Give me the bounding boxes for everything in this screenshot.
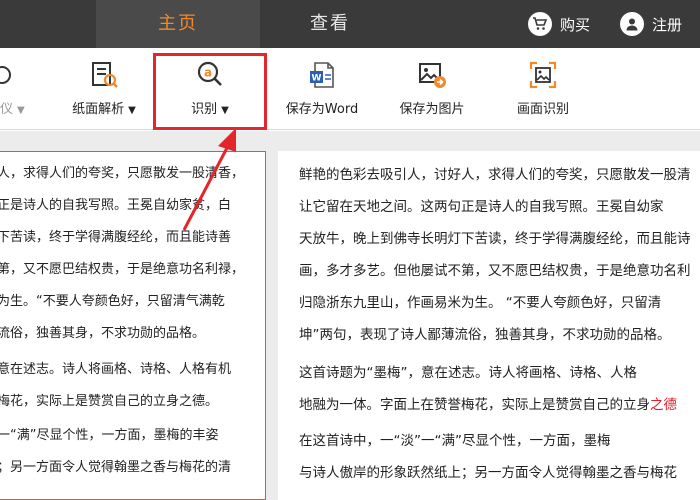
partial-tool-label: 仪: [0, 102, 14, 117]
cart-icon: [528, 12, 552, 36]
source-line: 梅花，实际上是赞赏自己的立身之德。: [0, 394, 219, 409]
highlighted-text: 之德: [650, 397, 677, 413]
recognized-line: 归隐浙东九里山，作画易米为生。 “不要人夸颜色好，只留清: [299, 295, 662, 311]
screen-ocr-button[interactable]: 画面识别: [506, 48, 580, 130]
word-doc-icon: W: [310, 62, 334, 88]
recognized-page: 鲜艳的色彩去吸引人，讨好人，求得人们的夸奖，只愿散发一股清 让它留在天地之间。这…: [278, 151, 700, 500]
recognized-line: 画，多才多艺。但他屡试不第，又不愿巴结权贵，于是绝意功名利: [299, 263, 691, 279]
partial-tool-button[interactable]: 仪 ▼: [0, 48, 40, 130]
recognized-text: 地融为一体。字面上在赞誉梅花，实际上是赞赏自己的立身: [299, 397, 650, 413]
source-line: 第，又不愿巴结权贵，于是绝意功名利禄，: [0, 262, 245, 277]
screen-ocr-label: 画面识别: [516, 102, 569, 117]
document-search-icon: [92, 62, 118, 88]
save-as-word-label: 保存为Word: [285, 102, 359, 117]
recognized-line: 坤”两句，表现了诗人鄙薄流俗，独善其身，不求功勋的品格。: [299, 327, 671, 343]
recognized-line: 鲜艳的色彩去吸引人，讨好人，求得人们的夸奖，只愿散发一股清: [299, 167, 691, 183]
recognized-line: 天放牛，晚上到佛寺长明灯下苦读，终于学得满腹经纶，而且能诗: [299, 231, 691, 247]
save-as-image-label: 保存为图片: [399, 102, 465, 117]
source-line: 流俗，独善其身，不求功勋的品格。: [0, 326, 206, 341]
register-button[interactable]: 注册: [620, 0, 682, 48]
source-line: 意在述志。诗人将画格、诗格、人格有机: [0, 362, 232, 377]
save-image-icon: [419, 63, 446, 88]
screen-capture-icon: [529, 61, 557, 89]
source-line: 一“满”尽显个性，一方面，墨梅的丰姿: [0, 428, 219, 443]
tab-home[interactable]: 主页: [96, 0, 260, 48]
recognized-line: 这首诗题为“墨梅”，意在述志。诗人将画格、诗格、人格: [299, 365, 637, 381]
source-line: 为生。“不要人夸颜色好，只留清气满乾: [0, 294, 225, 309]
recognized-line: 让它留在天地之间。这两句正是诗人的自我写照。王冕自幼家: [299, 199, 664, 215]
tab-view[interactable]: 查看: [260, 0, 400, 48]
ribbon-toolbar: 仪 ▼ 纸面解析 ▼ a 识别 ▼ W 保存为Word 保存为图片 画面识别: [0, 48, 700, 130]
annotation-arrow-icon: [182, 128, 236, 231]
recognized-line: 在这首诗中，一“淡”一“满”尽显个性，一方面，墨梅: [299, 433, 611, 449]
paper-analysis-button[interactable]: 纸面解析 ▼: [62, 48, 146, 130]
highlight-box: [153, 53, 267, 130]
recognized-line: 与诗人傲岸的形象跃然纸上；另一方面令人觉得翰墨之香与梅花: [299, 465, 677, 481]
register-label: 注册: [652, 15, 683, 34]
buy-button[interactable]: 购买: [528, 0, 590, 48]
partial-tool-icon: [0, 66, 11, 84]
paper-analysis-label: 纸面解析: [72, 102, 125, 117]
source-line: ；另一方面令人觉得翰墨之香与梅花的清: [0, 460, 232, 475]
save-as-image-button[interactable]: 保存为图片: [392, 48, 472, 130]
buy-label: 购买: [560, 15, 591, 34]
document-area: 人，求得人们的夸奖，只愿散发一股清香， 正是诗人的自我写照。王冕自幼家贫，白 下…: [0, 131, 700, 500]
top-bar: 主页 查看 购买 注册: [0, 0, 700, 48]
svg-text:W: W: [312, 74, 322, 84]
user-icon: [620, 12, 644, 36]
recognized-line: 地融为一体。字面上在赞誉梅花，实际上是赞赏自己的立身之德: [299, 393, 677, 413]
save-as-word-button[interactable]: W 保存为Word: [276, 48, 368, 130]
